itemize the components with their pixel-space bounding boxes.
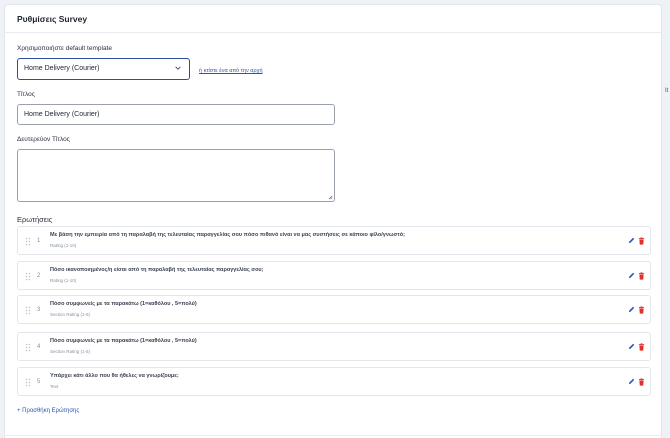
card-header: Ρυθμίσεις Survey <box>5 5 661 33</box>
subtitle-label: Δευτερεύον Τίτλος <box>17 136 70 143</box>
trash-icon[interactable] <box>638 378 645 386</box>
drag-handle-icon[interactable] <box>25 343 31 352</box>
drag-handle-icon[interactable] <box>25 237 31 246</box>
question-title: Πόσο ικανοποιημένος/η είσαι από τη παραλ… <box>50 267 264 273</box>
drag-handle-icon[interactable] <box>25 378 31 387</box>
title-input[interactable]: Home Delivery (Courier) <box>17 104 335 125</box>
pencil-icon[interactable] <box>628 343 635 350</box>
card-title: Ρυθμίσεις Survey <box>17 14 88 24</box>
pencil-icon[interactable] <box>628 272 635 279</box>
question-type: Text <box>50 384 59 389</box>
chevron-down-icon <box>175 66 181 70</box>
question-number: 2 <box>37 273 41 279</box>
questions-heading: Ερωτήσεις <box>17 215 53 224</box>
question-title: Με βάση την εμπειρία από τη παραλαβή της… <box>50 232 405 238</box>
question-title: Πόσο συμφωνείς με τα παρακάτω (1=καθόλου… <box>50 301 197 307</box>
trash-icon[interactable] <box>638 272 645 280</box>
subtitle-textarea[interactable] <box>17 149 335 202</box>
trash-icon[interactable] <box>638 343 645 351</box>
question-number: 3 <box>37 307 41 313</box>
pencil-icon[interactable] <box>628 237 635 244</box>
question-type: Section Rating (1-5) <box>50 312 91 317</box>
question-number: 4 <box>37 344 41 350</box>
title-label: Τίτλος <box>17 91 35 98</box>
create-from-scratch-link[interactable]: ή κτίστε ένα από την αρχή <box>199 68 263 74</box>
divider <box>5 435 661 436</box>
template-selected-value: Home Delivery (Courier) <box>24 65 100 72</box>
question-number: 5 <box>37 379 41 385</box>
question-row[interactable]: 3 Πόσο συμφωνείς με τα παρακάτω (1=καθόλ… <box>17 295 651 324</box>
question-row[interactable]: 4 Πόσο συμφωνείς με τα παρακάτω (1=καθόλ… <box>17 332 651 361</box>
question-title: Πόσο συμφωνείς με τα παρακάτω (1=καθόλου… <box>50 338 197 344</box>
template-label: Χρησιμοποιήστε default template <box>17 45 112 52</box>
add-question-link[interactable]: + Προσθήκη Ερώτησης <box>17 408 79 414</box>
pencil-icon[interactable] <box>628 378 635 385</box>
question-type: Section Rating (1-5) <box>50 349 91 354</box>
template-select[interactable]: Home Delivery (Courier) <box>17 58 190 80</box>
question-type: Rating (1-10) <box>50 243 77 248</box>
trash-icon[interactable] <box>638 237 645 245</box>
question-row[interactable]: 5 Υπάρχει κάτι άλλο που θα ήθελες να γνω… <box>17 367 651 396</box>
trash-icon[interactable] <box>638 306 645 314</box>
survey-settings-card: Ρυθμίσεις Survey Χρησιμοποιήστε default … <box>4 4 662 438</box>
pencil-icon[interactable] <box>628 306 635 313</box>
side-text-fragment: It <box>665 88 669 94</box>
question-row[interactable]: 2 Πόσο ικανοποιημένος/η είσαι από τη παρ… <box>17 261 651 290</box>
drag-handle-icon[interactable] <box>25 306 31 315</box>
resize-handle-icon[interactable] <box>328 195 333 200</box>
drag-handle-icon[interactable] <box>25 272 31 281</box>
question-row[interactable]: 1 Με βάση την εμπειρία από τη παραλαβή τ… <box>17 226 651 255</box>
question-number: 1 <box>37 238 41 244</box>
question-type: Rating (1-10) <box>50 278 77 283</box>
question-title: Υπάρχει κάτι άλλο που θα ήθελες να γνωρί… <box>50 373 179 379</box>
